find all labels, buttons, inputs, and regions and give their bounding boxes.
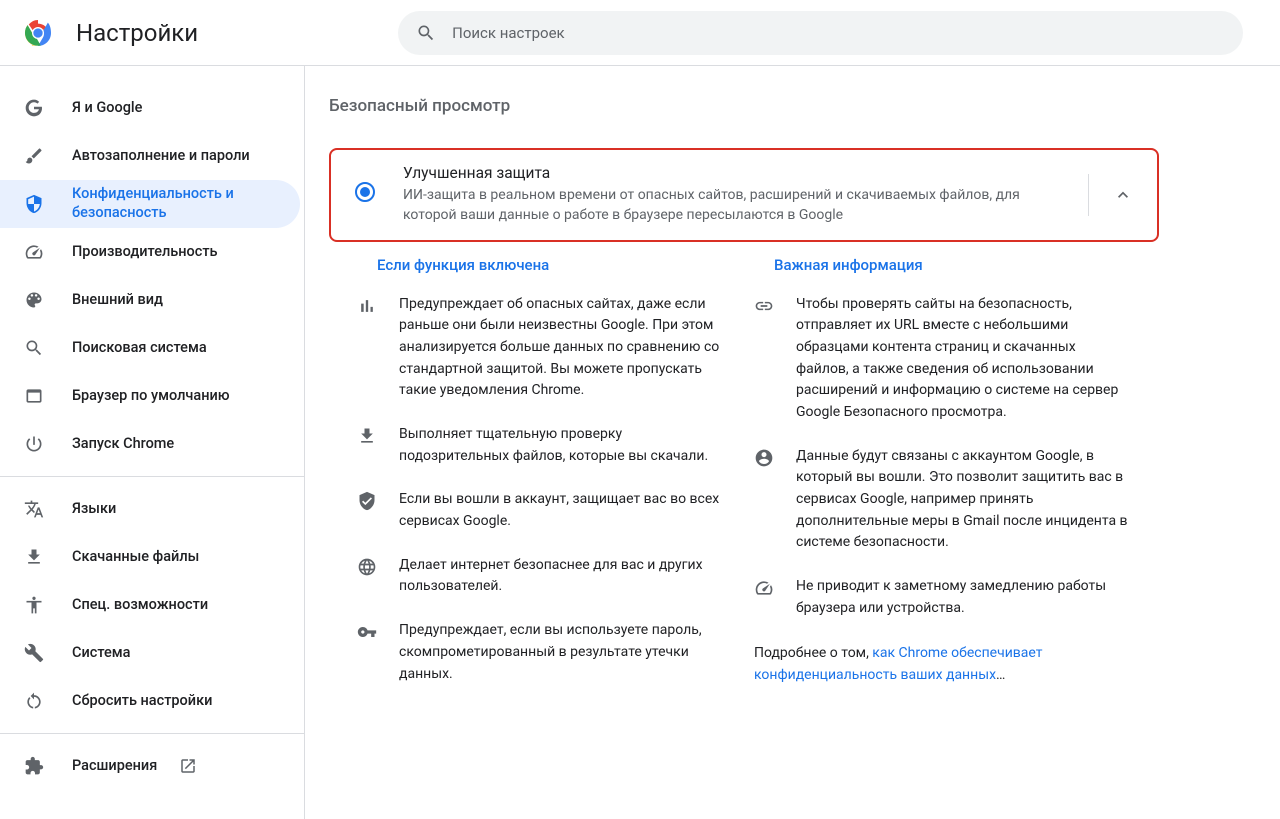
- shield-check-icon: [357, 491, 377, 511]
- divider: [0, 476, 304, 477]
- info-text: Чтобы проверять сайты на безопасность, о…: [796, 294, 1131, 424]
- radio-desc: ИИ-защита в реальном времени от опасных …: [403, 185, 1068, 226]
- shield-icon: [24, 194, 44, 214]
- sidebar-item-appearance[interactable]: Внешний вид: [0, 276, 300, 324]
- footer-suffix: …: [996, 667, 1005, 683]
- info-item: Предупреждает об опасных сайтах, даже ес…: [357, 294, 734, 402]
- external-link-icon: [179, 757, 197, 775]
- sidebar-item-label: Производительность: [72, 243, 218, 262]
- bar-chart-icon: [357, 296, 377, 316]
- footer-prefix: Подробнее о том,: [754, 645, 872, 661]
- sidebar-item-autofill[interactable]: Автозаполнение и пароли: [0, 132, 300, 180]
- sidebar-item-privacy[interactable]: Конфиденциальность и безопасность: [0, 180, 300, 228]
- key-icon: [24, 146, 44, 166]
- layout: Я и Google Автозаполнение и пароли Конфи…: [0, 66, 1280, 819]
- sidebar-item-startup[interactable]: Запуск Chrome: [0, 420, 300, 468]
- info-text: Предупреждает, если вы используете парол…: [399, 620, 734, 685]
- info-item: Выполняет тщательную проверку подозрител…: [357, 424, 734, 467]
- sidebar-item-label: Я и Google: [72, 99, 142, 118]
- wrench-icon: [24, 643, 44, 663]
- sidebar-item-languages[interactable]: Языки: [0, 485, 300, 533]
- sidebar-item-label: Автозаполнение и пароли: [72, 147, 250, 166]
- column-enabled: Если функция включена Предупреждает об о…: [357, 256, 734, 708]
- sidebar-item-search-engine[interactable]: Поисковая система: [0, 324, 300, 372]
- details-columns: Если функция включена Предупреждает об о…: [329, 256, 1159, 708]
- chevron-up-icon: [1113, 185, 1133, 205]
- person-icon: [754, 448, 774, 468]
- info-item: Не приводит к заметному замедлению работ…: [754, 576, 1131, 619]
- sidebar: Я и Google Автозаполнение и пароли Конфи…: [0, 66, 304, 819]
- info-item: Данные будут связаны с аккаунтом Google,…: [754, 446, 1131, 554]
- language-icon: [24, 499, 44, 519]
- speed-icon: [24, 242, 44, 262]
- sidebar-item-label: Расширения: [72, 757, 157, 776]
- info-text: Делает интернет безопаснее для вас и дру…: [399, 555, 734, 598]
- search-icon: [24, 338, 44, 358]
- radio-enhanced-protection[interactable]: Улучшенная защита ИИ-защита в реальном в…: [329, 148, 1159, 242]
- divider: [0, 733, 304, 734]
- search-input[interactable]: [452, 24, 1225, 42]
- section-title: Безопасный просмотр: [329, 96, 1280, 116]
- info-text: Предупреждает об опасных сайтах, даже ес…: [399, 294, 734, 402]
- page-title: Настройки: [76, 19, 198, 47]
- sidebar-item-label: Скачанные файлы: [72, 548, 199, 567]
- radio-title: Улучшенная защита: [403, 164, 1068, 182]
- sidebar-item-me-google[interactable]: Я и Google: [0, 84, 300, 132]
- globe-icon: [357, 557, 377, 577]
- accessibility-icon: [24, 595, 44, 615]
- expand-toggle[interactable]: [1088, 174, 1133, 216]
- palette-icon: [24, 290, 44, 310]
- info-item: Предупреждает, если вы используете парол…: [357, 620, 734, 685]
- sidebar-item-extensions[interactable]: Расширения: [0, 742, 300, 790]
- footer-text: Подробнее о том, как Chrome обеспечивает…: [754, 642, 1131, 687]
- sidebar-item-performance[interactable]: Производительность: [0, 228, 300, 276]
- link-icon: [754, 296, 774, 316]
- content: Безопасный просмотр Улучшенная защита ИИ…: [304, 66, 1280, 819]
- download-icon: [24, 547, 44, 567]
- sidebar-item-label: Сбросить настройки: [72, 692, 212, 711]
- sidebar-item-system[interactable]: Система: [0, 629, 300, 677]
- sidebar-item-label: Запуск Chrome: [72, 435, 174, 454]
- sidebar-item-default-browser[interactable]: Браузер по умолчанию: [0, 372, 300, 420]
- download-icon: [357, 426, 377, 446]
- radio-content: Улучшенная защита ИИ-защита в реальном в…: [403, 164, 1068, 226]
- chrome-logo-icon: [22, 17, 54, 49]
- header: Настройки: [0, 0, 1280, 66]
- info-item: Чтобы проверять сайты на безопасность, о…: [754, 294, 1131, 424]
- sidebar-item-reset[interactable]: Сбросить настройки: [0, 677, 300, 725]
- sidebar-item-label: Конфиденциальность и безопасность: [72, 185, 276, 223]
- sidebar-item-downloads[interactable]: Скачанные файлы: [0, 533, 300, 581]
- sidebar-item-label: Система: [72, 644, 130, 663]
- info-text: Выполняет тщательную проверку подозрител…: [399, 424, 734, 467]
- column-important: Важная информация Чтобы проверять сайты …: [754, 256, 1131, 708]
- sidebar-item-label: Поисковая система: [72, 339, 207, 358]
- speed-icon: [754, 578, 774, 598]
- browser-icon: [24, 386, 44, 406]
- search-icon: [416, 23, 436, 43]
- sidebar-item-label: Внешний вид: [72, 291, 163, 310]
- key-icon: [357, 622, 377, 642]
- search-bar[interactable]: [398, 11, 1243, 55]
- info-text: Если вы вошли в аккаунт, защищает вас во…: [399, 489, 734, 532]
- sidebar-item-label: Браузер по умолчанию: [72, 387, 230, 406]
- info-text: Не приводит к заметному замедлению работ…: [796, 576, 1131, 619]
- reset-icon: [24, 691, 44, 711]
- sidebar-item-label: Языки: [72, 500, 116, 519]
- radio-button[interactable]: [355, 182, 375, 202]
- sidebar-item-label: Спец. возможности: [72, 596, 208, 615]
- info-text: Данные будут связаны с аккаунтом Google,…: [796, 446, 1131, 554]
- extension-icon: [24, 756, 44, 776]
- info-item: Если вы вошли в аккаунт, защищает вас во…: [357, 489, 734, 532]
- power-icon: [24, 434, 44, 454]
- info-item: Делает интернет безопаснее для вас и дру…: [357, 555, 734, 598]
- column-heading: Если функция включена: [357, 256, 734, 274]
- sidebar-item-accessibility[interactable]: Спец. возможности: [0, 581, 300, 629]
- google-g-icon: [24, 98, 44, 118]
- column-heading: Важная информация: [754, 256, 1131, 274]
